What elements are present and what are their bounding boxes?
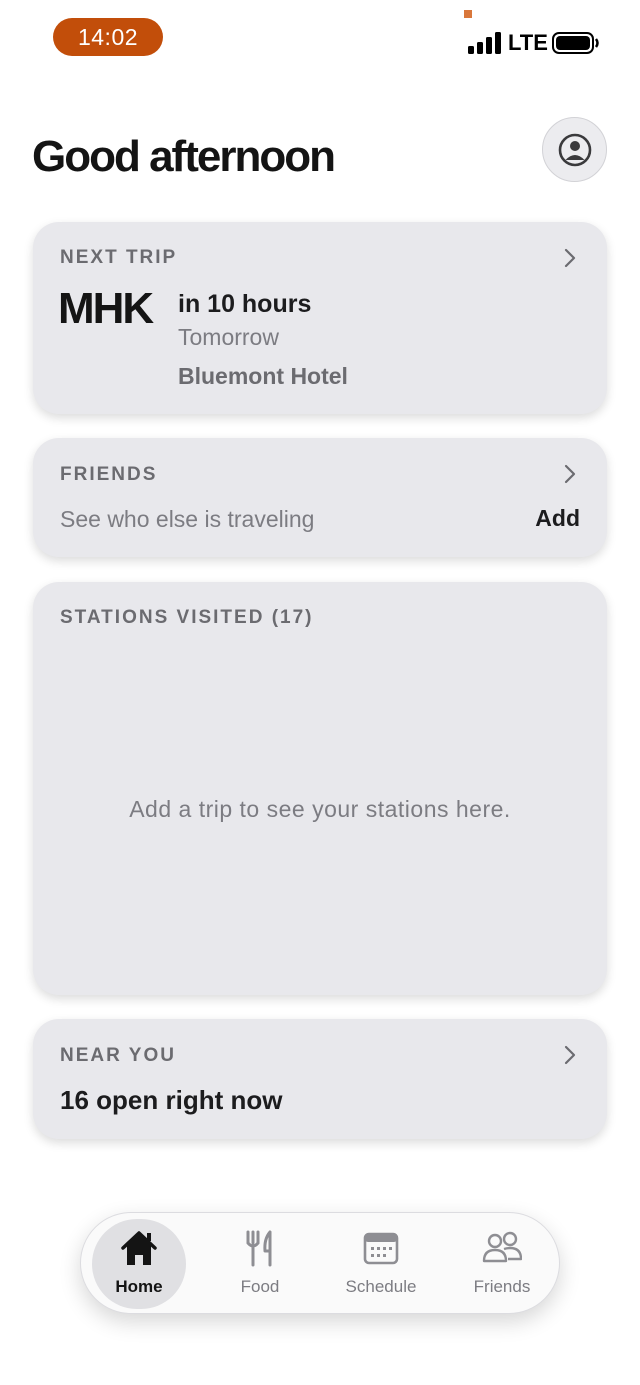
chevron-right-icon (564, 1045, 576, 1065)
status-bar: 14:02 LTE (0, 0, 640, 80)
recording-indicator-icon (464, 10, 472, 18)
tab-label: Schedule (345, 1277, 417, 1296)
calendar-icon (363, 1232, 399, 1265)
person-circle-icon (558, 133, 591, 166)
tab-label: Food (240, 1277, 280, 1296)
signal-strength-icon (468, 32, 501, 54)
fork-knife-icon (246, 1230, 272, 1267)
friends-label: FRIENDS (60, 464, 158, 485)
near-you-summary: 16 open right now (60, 1085, 283, 1115)
stations-visited-card: STATIONS VISITED (17) Add a trip to see … (33, 582, 607, 995)
stations-visited-label: STATIONS VISITED (17) (60, 607, 314, 628)
friends-subtitle: See who else is traveling (60, 506, 315, 532)
add-friend-button[interactable]: Add (535, 505, 580, 532)
near-you-card[interactable]: NEAR YOU 16 open right now (33, 1019, 607, 1139)
trip-countdown: in 10 hours (178, 290, 312, 318)
house-icon (121, 1231, 157, 1265)
tab-label: Home (115, 1277, 163, 1296)
people-icon (482, 1231, 522, 1263)
page-title: Good afternoon (32, 132, 336, 181)
stations-empty-message: Add a trip to see your stations here. (129, 796, 511, 822)
trip-hotel: Bluemont Hotel (178, 363, 348, 389)
friends-card[interactable]: FRIENDS See who else is traveling Add (33, 438, 607, 557)
tab-friends[interactable]: Friends (455, 1219, 549, 1309)
tab-schedule[interactable]: Schedule (334, 1219, 428, 1309)
tab-label: Friends (473, 1277, 531, 1296)
trip-day: Tomorrow (178, 324, 279, 350)
tab-bar: Home Food Schedule Friends (80, 1212, 560, 1314)
chevron-right-icon (564, 464, 576, 484)
network-type-label: LTE (508, 30, 548, 55)
next-trip-label: NEXT TRIP (60, 247, 178, 268)
status-time: 14:02 (53, 18, 163, 56)
tab-home[interactable]: Home (92, 1219, 186, 1309)
tab-food[interactable]: Food (213, 1219, 307, 1309)
chevron-right-icon (564, 248, 576, 268)
profile-button[interactable] (542, 117, 607, 182)
trip-station-code: MHK (58, 284, 154, 333)
near-you-label: NEAR YOU (60, 1045, 176, 1066)
next-trip-card[interactable]: NEXT TRIP MHK in 10 hours Tomorrow Bluem… (33, 222, 607, 414)
battery-icon (552, 32, 599, 54)
